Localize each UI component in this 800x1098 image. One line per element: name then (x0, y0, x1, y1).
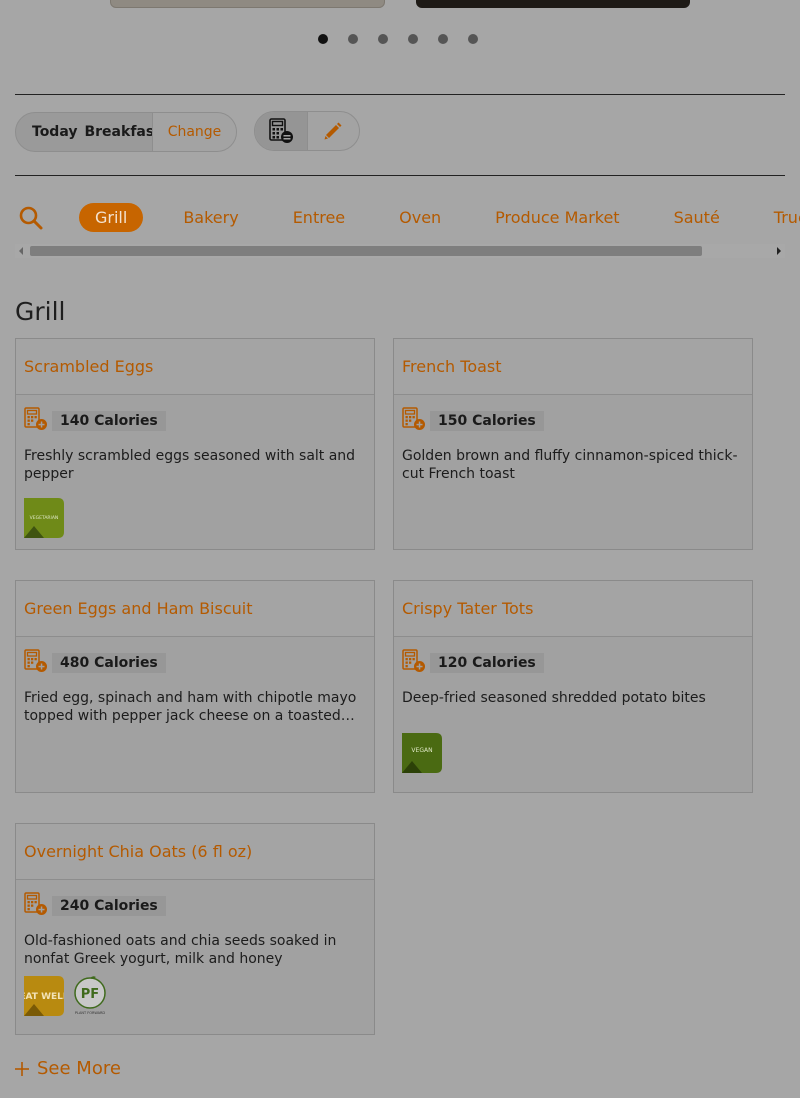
item-name-link[interactable]: Crispy Tater Tots (402, 599, 533, 618)
vegetarian-badge-icon[interactable]: VEGETARIAN (24, 498, 64, 538)
tab-saute[interactable]: Sauté (674, 203, 720, 232)
tools-group (254, 111, 360, 151)
item-description: Deep-fried seasoned shredded potato bite… (402, 690, 706, 706)
plant-forward-badge-icon[interactable]: PF PLANT FORWARD (70, 976, 110, 1016)
menu-item-card: Crispy Tater Tots 120 Calories Deep-frie… (393, 580, 753, 793)
svg-text:PLANT FORWARD: PLANT FORWARD (75, 1011, 106, 1015)
calculator-add-icon (24, 407, 47, 430)
change-meal-button[interactable]: Change (152, 113, 236, 151)
carousel-dot[interactable] (318, 34, 328, 44)
item-name-link[interactable]: Green Eggs and Ham Biscuit (24, 599, 253, 618)
divider (15, 175, 785, 176)
see-more-label: See More (37, 1058, 121, 1079)
carousel-dot[interactable] (408, 34, 418, 44)
scroll-right-icon[interactable] (777, 247, 781, 255)
svg-text:VEGETARIAN: VEGETARIAN (30, 515, 59, 521)
item-description: Old-fashioned oats and chia seeds soaked… (24, 933, 337, 967)
carousel-image-left[interactable] (110, 0, 385, 8)
calculator-icon (268, 118, 293, 143)
nutrition-calculator-button[interactable] (255, 112, 308, 150)
tabs-scrollbar[interactable] (15, 244, 785, 258)
item-description: Freshly scrambled eggs seasoned with sal… (24, 448, 356, 482)
plus-icon (15, 1061, 29, 1076)
station-tabs: Grill Bakery Entree Oven Produce Market … (79, 203, 800, 232)
add-to-calculator-button[interactable] (24, 407, 48, 435)
tab-entree[interactable]: Entree (293, 203, 345, 232)
item-name-link[interactable]: Scrambled Eggs (24, 357, 153, 376)
carousel-dot[interactable] (438, 34, 448, 44)
item-description: Fried egg, spinach and ham with chipotle… (24, 690, 357, 724)
tab-produce-market[interactable]: Produce Market (495, 203, 619, 232)
tab-bakery[interactable]: Bakery (183, 203, 238, 232)
svg-text:EAT WELL: EAT WELL (24, 992, 64, 1002)
scroll-left-icon[interactable] (19, 247, 23, 255)
carousel-dots (318, 34, 478, 44)
calories-badge: 120 Calories (430, 653, 544, 673)
add-to-calculator-button[interactable] (24, 649, 48, 677)
add-to-calculator-button[interactable] (402, 649, 426, 677)
svg-text:PF: PF (81, 987, 99, 1002)
menu-item-card: French Toast 150 Calories Golden brown a… (393, 338, 753, 550)
calculator-add-icon (402, 407, 425, 430)
carousel-dot[interactable] (468, 34, 478, 44)
edit-button[interactable] (308, 112, 360, 150)
svg-text:VEGAN: VEGAN (411, 747, 432, 754)
tab-grill[interactable]: Grill (79, 203, 144, 232)
calories-badge: 140 Calories (52, 411, 166, 431)
menu-item-card: Overnight Chia Oats (6 fl oz) 240 Calori… (15, 823, 375, 1035)
calories-badge: 150 Calories (430, 411, 544, 431)
pencil-icon (324, 122, 342, 140)
carousel-image-right[interactable] (416, 0, 690, 8)
calories-badge: 480 Calories (52, 653, 166, 673)
calculator-add-icon (402, 649, 425, 672)
station-title: Grill (15, 297, 66, 326)
menu-page: Today Breakfast Change Grill Bakery Entr… (0, 0, 800, 1098)
eat-well-badge-icon[interactable]: EAT WELL (24, 976, 64, 1016)
item-name-link[interactable]: Overnight Chia Oats (6 fl oz) (24, 842, 252, 861)
add-to-calculator-button[interactable] (402, 407, 426, 435)
tab-truck[interactable]: Truck (774, 203, 800, 232)
calculator-add-icon (24, 892, 47, 915)
current-meal: Today Breakfast (16, 113, 161, 151)
divider (15, 94, 785, 95)
meal-selector: Today Breakfast Change (15, 112, 237, 152)
search-icon (19, 206, 43, 230)
see-more-button[interactable]: See More (15, 1058, 121, 1079)
day-label: Today (32, 124, 78, 140)
item-description: Golden brown and fluffy cinnamon-spiced … (402, 448, 738, 482)
add-to-calculator-button[interactable] (24, 892, 48, 920)
meal-label: Breakfast (84, 124, 161, 140)
menu-item-card: Scrambled Eggs 140 Calories Freshly scra… (15, 338, 375, 550)
tab-oven[interactable]: Oven (399, 203, 441, 232)
menu-item-card: Green Eggs and Ham Biscuit 480 Calories (15, 580, 375, 793)
vegan-badge-icon[interactable]: VEGAN (402, 733, 442, 773)
carousel-dot[interactable] (378, 34, 388, 44)
scrollbar-thumb[interactable] (30, 246, 702, 256)
search-button[interactable] (18, 205, 44, 231)
calculator-add-icon (24, 649, 47, 672)
item-name-link[interactable]: French Toast (402, 357, 502, 376)
calories-badge: 240 Calories (52, 896, 166, 916)
carousel-dot[interactable] (348, 34, 358, 44)
